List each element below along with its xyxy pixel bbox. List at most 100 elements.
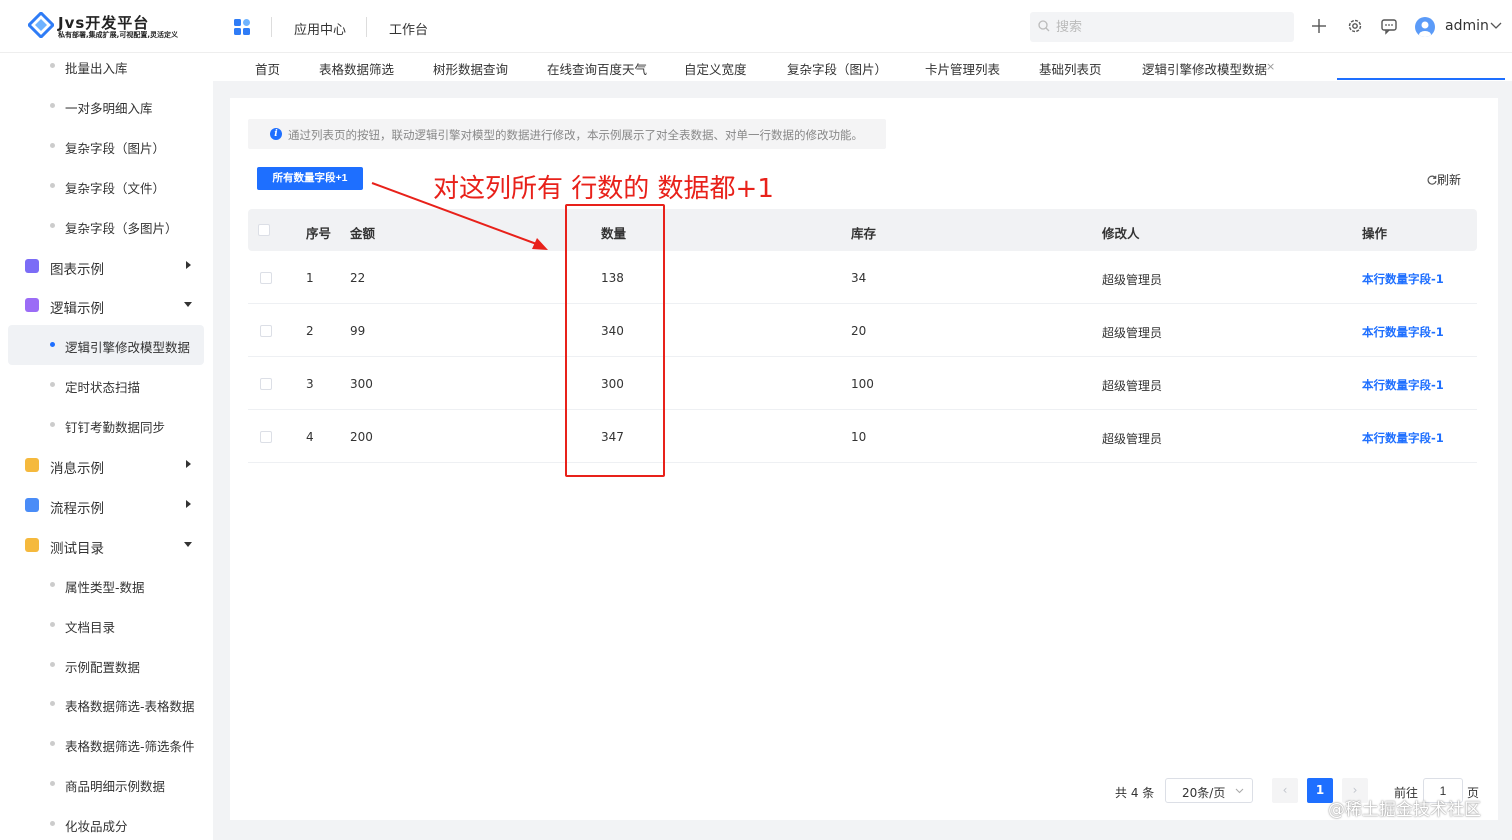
nav-workbench[interactable]: 工作台: [389, 19, 428, 38]
prev-page-button[interactable]: ‹: [1272, 778, 1298, 803]
page-size-select[interactable]: 20条/页: [1165, 778, 1253, 803]
row-decrement-button[interactable]: 本行数量字段-1: [1362, 271, 1444, 287]
sidebar-item[interactable]: 属性类型-数据: [8, 565, 204, 605]
bullet-icon: [50, 661, 55, 667]
tab-item[interactable]: 自定义宽度: [684, 59, 747, 78]
row-checkbox[interactable]: [260, 431, 272, 443]
search-icon: [1038, 20, 1050, 32]
cell-stock: 20: [851, 324, 867, 338]
column-header-index: 序号: [306, 226, 332, 241]
bullet-icon: [50, 382, 55, 388]
nav-app-center[interactable]: 应用中心: [294, 19, 346, 38]
refresh-button[interactable]: 刷新: [1427, 171, 1461, 188]
row-decrement-button[interactable]: 本行数量字段-1: [1362, 430, 1444, 446]
sidebar-group[interactable]: 流程示例: [8, 485, 204, 525]
sidebar-group[interactable]: 测试目录: [8, 525, 204, 565]
apps-grid-icon[interactable]: [234, 19, 250, 35]
sidebar-item[interactable]: 复杂字段（图片）: [8, 126, 204, 166]
notice-text: 通过列表页的按钮，联动逻辑引擎对模型的数据进行修改，本示例展示了对全表数据、对单…: [288, 128, 863, 142]
sidebar-item[interactable]: 化妆品成分: [8, 804, 204, 840]
table-row: 1 22 138 34 超级管理员 本行数量字段-1: [248, 251, 1477, 304]
caret-right-icon: [186, 460, 191, 468]
gear-icon[interactable]: [1346, 17, 1364, 35]
bullet-icon: [50, 621, 55, 627]
search-box[interactable]: [1030, 12, 1294, 42]
bullet-icon: [50, 701, 55, 707]
row-checkbox[interactable]: [260, 378, 272, 390]
bullet-icon: [50, 63, 55, 68]
sidebar-item-label: 批量出入库: [65, 61, 128, 76]
tab-close-icon[interactable]: ×: [1266, 60, 1275, 73]
sidebar-item-label: 商品明细示例数据: [65, 779, 166, 795]
sidebar-group[interactable]: 消息示例: [8, 445, 204, 485]
column-header-actions: 操作: [1362, 226, 1388, 241]
info-icon: i: [270, 128, 282, 140]
active-tab-indicator: [1337, 78, 1505, 80]
bullet-icon: [50, 222, 55, 228]
row-checkbox[interactable]: [260, 325, 272, 337]
plus-icon[interactable]: [1310, 17, 1328, 35]
sidebar-item-label: 复杂字段（多图片）: [65, 220, 178, 236]
sidebar-item[interactable]: 表格数据筛选-筛选条件: [8, 724, 204, 764]
menu-group-icon: [25, 258, 39, 273]
sidebar-group[interactable]: 图表示例: [8, 246, 204, 286]
row-checkbox[interactable]: [260, 272, 272, 284]
tab-item[interactable]: 在线查询百度天气: [547, 59, 647, 78]
sidebar-item[interactable]: 逻辑引擎修改模型数据: [8, 325, 204, 366]
tab-item[interactable]: 首页: [255, 59, 280, 78]
cell-modifier: 超级管理员: [1102, 326, 1163, 340]
menu-group-icon: [25, 458, 39, 472]
cell-stock: 10: [851, 430, 867, 444]
chevron-down-icon[interactable]: [1490, 22, 1502, 30]
select-all-checkbox[interactable]: [258, 224, 270, 236]
username[interactable]: admin: [1445, 18, 1489, 34]
caret-down-icon: [184, 541, 192, 547]
tab-item[interactable]: 树形数据查询: [433, 59, 508, 78]
increment-all-quantity-button[interactable]: 所有数量字段+1: [257, 167, 363, 190]
bullet-icon: [50, 102, 55, 108]
message-icon[interactable]: [1380, 17, 1398, 35]
sidebar-item-label: 复杂字段（图片）: [65, 140, 166, 156]
tab-item[interactable]: 逻辑引擎修改模型数据: [1142, 59, 1267, 78]
sidebar-item[interactable]: 复杂字段（多图片）: [8, 206, 204, 246]
sidebar-group[interactable]: 逻辑示例: [8, 285, 204, 325]
logo[interactable]: Jvs开发平台 私有部署,集成扩展,可视配置,灵活定义: [28, 10, 178, 42]
sidebar-item[interactable]: 一对多明细入库: [8, 86, 204, 126]
row-decrement-button[interactable]: 本行数量字段-1: [1362, 324, 1444, 340]
avatar[interactable]: [1415, 17, 1435, 37]
watermark: @稀土掘金技术社区: [1328, 800, 1481, 820]
bullet-icon: [50, 142, 55, 148]
tab-item[interactable]: 卡片管理列表: [925, 59, 1000, 78]
sidebar-item-label: 钉钉考勤数据同步: [65, 420, 166, 436]
table-row: 3 300 300 100 超级管理员 本行数量字段-1: [248, 357, 1477, 410]
tab-item[interactable]: 表格数据筛选: [319, 59, 394, 78]
search-input[interactable]: [1056, 17, 1286, 37]
logo-icon: [28, 12, 54, 38]
cell-index: 1: [306, 271, 314, 285]
sidebar-item-label: 消息示例: [50, 461, 104, 477]
header-divider: [366, 17, 367, 37]
tab-item[interactable]: 复杂字段（图片）: [787, 59, 887, 78]
tab-bar: 首页 表格数据筛选 树形数据查询 在线查询百度天气 自定义宽度 复杂字段（图片） 卡片管理列…: [213, 53, 1512, 81]
sidebar-item[interactable]: 批量出入库: [8, 53, 204, 86]
bullet-icon: [50, 741, 55, 747]
sidebar-item-label: 流程示例: [50, 500, 104, 517]
sidebar-item[interactable]: 文档目录: [8, 605, 204, 645]
sidebar-item[interactable]: 复杂字段（文件）: [8, 166, 204, 206]
column-header-stock: 库存: [851, 226, 877, 241]
tab-item[interactable]: 基础列表页: [1039, 59, 1102, 78]
row-decrement-button[interactable]: 本行数量字段-1: [1362, 377, 1444, 393]
sidebar-item[interactable]: 钉钉考勤数据同步: [8, 405, 204, 445]
bullet-icon: [50, 581, 55, 587]
sidebar-item[interactable]: 商品明细示例数据: [8, 764, 204, 804]
refresh-label: 刷新: [1437, 173, 1462, 187]
sidebar-item-label: 文档目录: [65, 619, 116, 635]
pagination-total: 共 4 条: [1115, 786, 1155, 800]
sidebar-item-label: 化妆品成分: [65, 819, 128, 835]
menu-group-icon: [25, 497, 39, 512]
sidebar-item-label: 表格数据筛选-表格数据: [65, 699, 195, 715]
annotation-arrow: [371, 182, 548, 250]
sidebar-item[interactable]: 定时状态扫描: [8, 365, 204, 405]
sidebar-item[interactable]: 示例配置数据: [8, 645, 204, 685]
sidebar-item[interactable]: 表格数据筛选-表格数据: [8, 684, 204, 724]
